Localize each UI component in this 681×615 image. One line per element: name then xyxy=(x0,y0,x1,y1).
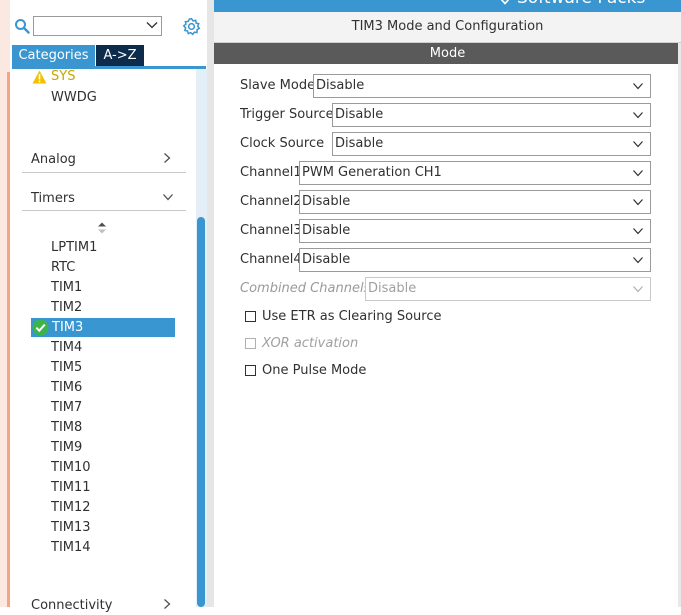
tree-item-lptim1[interactable]: LPTIM1 xyxy=(51,238,97,258)
panel-splitter[interactable] xyxy=(207,0,214,607)
top-bar: Software Packs xyxy=(214,0,681,12)
use-etr-label: Use ETR as Clearing Source xyxy=(262,309,442,324)
clock-source-value: Disable xyxy=(335,136,384,151)
tab-a-to-z[interactable]: A->Z xyxy=(96,45,144,67)
tree-item-tim10[interactable]: TIM10 xyxy=(51,458,91,478)
tree-item-tim8[interactable]: TIM8 xyxy=(51,418,82,438)
channel4-select[interactable]: Disable xyxy=(299,248,651,272)
sidebar-scrollbar-thumb[interactable] xyxy=(197,217,205,607)
chevron-down-icon xyxy=(633,199,643,206)
clock-source-select[interactable]: Disable xyxy=(332,132,651,156)
tree-item-rtc[interactable]: RTC xyxy=(51,258,75,278)
chevron-down-icon xyxy=(633,170,643,177)
tree-item-wwdg[interactable]: WWDG xyxy=(51,88,97,108)
tree-item-tim11[interactable]: TIM11 xyxy=(51,478,91,498)
tree-item-tim1[interactable]: TIM1 xyxy=(51,278,82,298)
chevron-down-icon xyxy=(633,257,643,264)
chevron-right-icon[interactable] xyxy=(161,598,173,610)
use-etr-checkbox-row[interactable]: Use ETR as Clearing Source xyxy=(245,308,445,326)
tree-item-tim4[interactable]: TIM4 xyxy=(51,338,82,358)
category-connectivity[interactable]: Connectivity xyxy=(31,597,112,615)
combined-channels-select: Disable xyxy=(365,277,651,301)
one-pulse-mode-checkbox-row[interactable]: One Pulse Mode xyxy=(245,362,445,380)
chevron-down-icon[interactable] xyxy=(145,18,159,32)
search-icon[interactable] xyxy=(14,18,30,34)
channel1-label: Channel1 xyxy=(240,165,302,180)
trigger-source-label: Trigger Source xyxy=(240,107,334,122)
category-tree xyxy=(10,69,196,607)
clock-source-label: Clock Source xyxy=(240,136,325,151)
chevron-down-icon xyxy=(633,286,643,293)
channel2-value: Disable xyxy=(302,194,351,209)
slave-mode-value: Disable xyxy=(316,78,365,93)
chevron-right-icon[interactable] xyxy=(161,152,173,164)
chevron-down-icon xyxy=(633,141,643,148)
channel1-value: PWM Generation CH1 xyxy=(302,165,442,180)
xor-activation-checkbox xyxy=(245,338,256,349)
chevron-down-icon[interactable] xyxy=(162,191,174,203)
tree-item-sys[interactable]: SYS xyxy=(51,67,75,87)
trigger-source-value: Disable xyxy=(335,107,384,122)
tree-item-tim13[interactable]: TIM13 xyxy=(51,518,91,538)
tree-item-tim7[interactable]: TIM7 xyxy=(51,398,82,418)
chevron-down-icon xyxy=(633,83,643,90)
channel3-value: Disable xyxy=(302,223,351,238)
tree-item-tim14[interactable]: TIM14 xyxy=(51,538,91,558)
combined-channels-label: Combined Channels xyxy=(240,281,371,296)
category-divider xyxy=(22,210,186,211)
tree-item-tim5[interactable]: TIM5 xyxy=(51,358,82,378)
gear-icon[interactable] xyxy=(182,17,201,36)
search-input[interactable] xyxy=(33,16,162,36)
warning-icon xyxy=(32,70,47,84)
channel2-label: Channel2 xyxy=(240,194,302,209)
slave-mode-select[interactable]: Disable xyxy=(313,74,651,98)
xor-activation-checkbox-row: XOR activation xyxy=(245,335,445,353)
channel4-value: Disable xyxy=(302,252,351,267)
config-title: TIM3 Mode and Configuration xyxy=(351,19,544,34)
combined-channels-value: Disable xyxy=(368,281,417,296)
tree-item-tim6[interactable]: TIM6 xyxy=(51,378,82,398)
category-divider xyxy=(22,172,186,173)
channel3-select[interactable]: Disable xyxy=(299,219,651,243)
chevron-down-icon xyxy=(633,228,643,235)
check-circle-icon xyxy=(32,319,49,336)
category-analog[interactable]: Analog xyxy=(31,151,76,169)
trigger-source-select[interactable]: Disable xyxy=(332,103,651,127)
one-pulse-mode-label: One Pulse Mode xyxy=(262,363,367,378)
chevron-down-icon[interactable] xyxy=(499,0,511,7)
one-pulse-mode-checkbox[interactable] xyxy=(245,365,256,376)
channel4-label: Channel4 xyxy=(240,252,302,267)
chevron-down-icon xyxy=(633,112,643,119)
category-timers[interactable]: Timers xyxy=(31,190,75,208)
tree-item-tim12[interactable]: TIM12 xyxy=(51,498,91,518)
tree-item-tim9[interactable]: TIM9 xyxy=(51,438,82,458)
use-etr-checkbox[interactable] xyxy=(245,311,256,322)
channel3-label: Channel3 xyxy=(240,223,302,238)
software-packs-menu[interactable]: Software Packs xyxy=(517,0,645,8)
channel1-select[interactable]: PWM Generation CH1 xyxy=(299,161,651,185)
tree-item-tim3[interactable]: TIM3 xyxy=(52,318,83,338)
slave-mode-label: Slave Mode xyxy=(240,78,316,93)
tab-categories[interactable]: Categories xyxy=(12,45,95,67)
sort-icon[interactable] xyxy=(97,222,107,234)
channel2-select[interactable]: Disable xyxy=(299,190,651,214)
tree-item-tim2[interactable]: TIM2 xyxy=(51,298,82,318)
mode-section-header[interactable]: Mode xyxy=(214,43,681,64)
xor-activation-label: XOR activation xyxy=(262,336,359,351)
